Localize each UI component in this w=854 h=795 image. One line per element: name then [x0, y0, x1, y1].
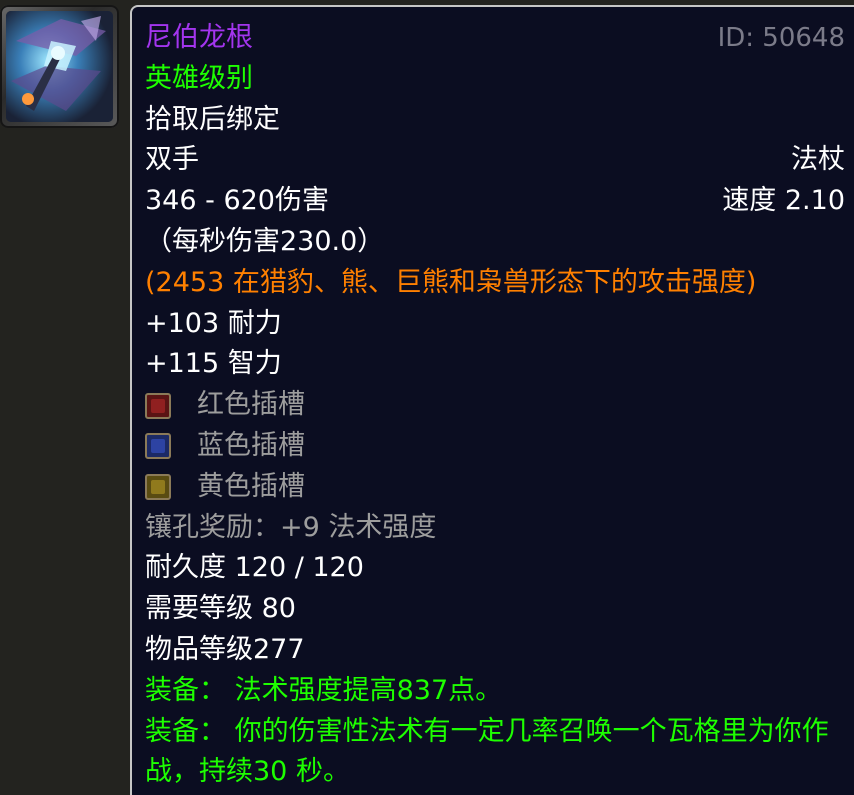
stat-intellect: +115 智力 [145, 348, 282, 380]
socket-blue: 蓝色插槽 [145, 426, 845, 467]
item-level: 物品等级277 [145, 633, 305, 665]
feral-attack-power: (2453 在猎豹、熊、巨熊和枭兽形态下的攻击强度) [145, 266, 757, 298]
item-binding: 拾取后绑定 [145, 103, 280, 135]
item-slot: 双手 [145, 144, 199, 176]
weapon-speed: 速度 2.10 [722, 185, 845, 217]
socket-red: 红色插槽 [145, 385, 845, 426]
blue-socket-icon [145, 433, 171, 460]
red-socket-icon [145, 392, 171, 419]
damage-row: 346 - 620伤害 速度 2.10 [145, 181, 845, 222]
equip-effect: 装备： 你的伤害性法术有一定几率召唤一个瓦格里为你作战，持续30 秒。 [145, 715, 829, 788]
slot-row: 双手 法杖 [145, 140, 845, 181]
socket-label: 红色插槽 [197, 389, 305, 421]
socket-label: 蓝色插槽 [197, 429, 305, 461]
socket-label: 黄色插槽 [197, 470, 305, 502]
weapon-dps: （每秒伤害230.0） [145, 225, 385, 257]
staff-item-icon [6, 11, 113, 122]
item-tooltip-view: 尼伯龙根 ID: 50648 英雄级别 拾取后绑定 双手 法杖 346 - 62… [0, 0, 854, 795]
tooltip-content: 尼伯龙根 ID: 50648 英雄级别 拾取后绑定 双手 法杖 346 - 62… [145, 18, 845, 793]
item-quality: 英雄级别 [145, 62, 253, 94]
yellow-socket-icon [145, 474, 171, 501]
socket-bonus: 镶孔奖励：+9 法术强度 [145, 511, 437, 543]
item-icon-frame[interactable] [0, 5, 119, 128]
weapon-type: 法杖 [791, 144, 845, 176]
title-row: 尼伯龙根 ID: 50648 [145, 18, 845, 59]
socket-yellow: 黄色插槽 [145, 467, 845, 508]
weapon-damage: 346 - 620伤害 [145, 185, 329, 217]
required-level: 需要等级 80 [145, 593, 296, 625]
durability: 耐久度 120 / 120 [145, 552, 364, 584]
stat-stamina: +103 耐力 [145, 307, 282, 339]
equip-effect: 装备： 法术强度提高837点。 [145, 674, 503, 706]
item-id: ID: 50648 [717, 23, 845, 53]
item-name[interactable]: 尼伯龙根 [145, 18, 253, 59]
